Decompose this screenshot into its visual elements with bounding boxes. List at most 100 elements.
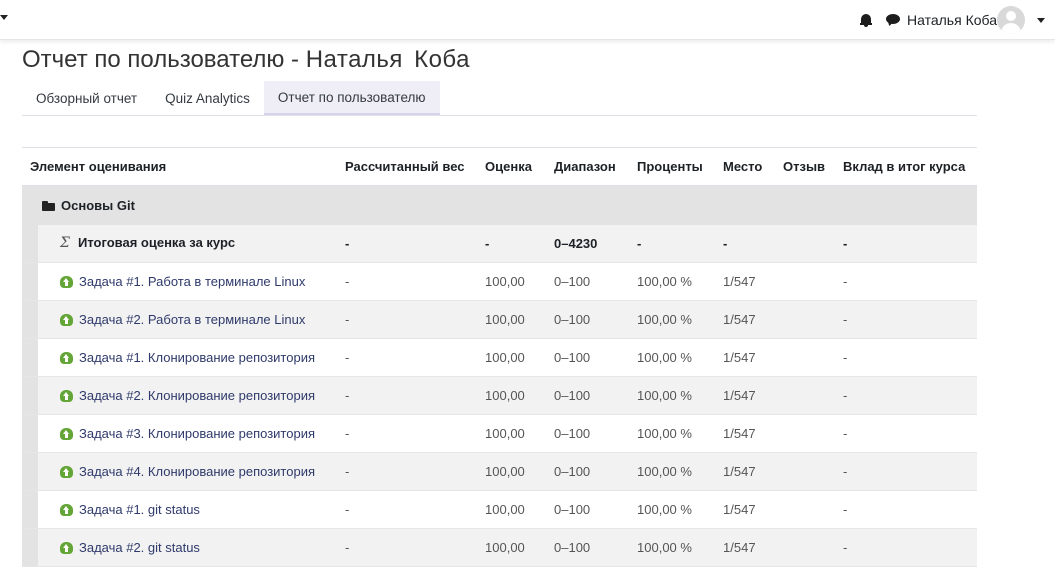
grade-cell: 100,00 [477, 452, 547, 491]
grade-cell: 100,00 [477, 376, 547, 415]
contribution-cell: - [835, 528, 978, 567]
grade-table: Элемент оценивания Рассчитанный вес Оцен… [22, 147, 978, 567]
grade-item-cell: Задача #2. git status [38, 528, 338, 567]
percent-cell: 100,00 % [629, 300, 716, 339]
message-icon[interactable] [886, 14, 900, 27]
category-lane [22, 262, 38, 301]
grade-item-cell: Задача #1. Работа в терминале Linux [38, 262, 338, 301]
contribution-cell: - [835, 490, 978, 529]
assignment-upload-icon [60, 389, 73, 402]
feedback-cell [775, 490, 836, 529]
column-header: Оценка [485, 159, 532, 174]
range-cell: 0–100 [546, 528, 630, 567]
range-cell: 0–100 [546, 262, 630, 301]
menu-caret-icon[interactable] [0, 15, 8, 20]
table-row: Задача #3. Клонирование репозитория - 100,… [22, 414, 978, 453]
folder-icon [42, 200, 55, 211]
total-label: Итоговая оценка за курс [78, 235, 236, 251]
rank-cell: 1/547 [715, 452, 776, 491]
percent-cell: 100,00 % [629, 338, 716, 377]
grade-item-link[interactable]: Задача #1. Клонирование репозитория [79, 350, 315, 365]
column-header: Отзыв [783, 159, 826, 174]
weight-cell: - [337, 224, 478, 263]
percent-cell: 100,00 % [629, 262, 716, 301]
grade-item-cell: Задача #1. Клонирование репозитория [38, 338, 338, 377]
grade-item-cell: Задача #1. git status [38, 490, 338, 529]
weight-cell: - [337, 452, 478, 491]
grade-item-link[interactable]: Задача #2. Клонирование репозитория [79, 388, 315, 403]
table-row: Задача #2. Работа в терминале Linux -100,… [22, 300, 978, 339]
grade-item-link[interactable]: Задача #1. Работа в терминале Linux [79, 274, 305, 289]
percent-cell: 100,00 % [629, 528, 716, 567]
bell-icon[interactable] [860, 13, 872, 27]
grade-item-link[interactable]: Задача #4. Клонирование репозитория [79, 464, 315, 479]
grade-item-link[interactable]: Задача #3. Клонирование репозитория [79, 426, 315, 441]
contribution-cell: - [835, 262, 978, 301]
grade-item-link[interactable]: Задача #2. git status [79, 540, 200, 555]
weight-cell: - [337, 490, 478, 529]
user-menu: Наталья Коба [860, 0, 1045, 40]
weight-cell: - [337, 262, 478, 301]
assignment-upload-icon [60, 351, 73, 364]
feedback-cell [775, 452, 836, 491]
assignment-upload-icon [60, 465, 73, 478]
tab-user-report[interactable]: Отчет по пользователю [263, 81, 440, 115]
grade-cell: 100,00 [477, 262, 547, 301]
weight-cell: - [337, 376, 478, 415]
contribution-cell: - [835, 376, 978, 415]
rank-cell: 1/547 [715, 490, 776, 529]
total-label-cell: Σ Итоговая оценка за курс [38, 224, 338, 263]
user-name[interactable]: Наталья Коба [907, 12, 997, 28]
tab-quiz-analytics[interactable]: Quiz Analytics [151, 81, 264, 115]
grade-cell: 100,00 [477, 300, 547, 339]
column-header: Рассчитанный вес [345, 159, 465, 174]
grade-item-cell: Задача #2. Работа в терминале Linux [38, 300, 338, 339]
percent-cell: - [629, 224, 716, 263]
table-row: Задача #1. Работа в терминале Linux -100,… [22, 262, 978, 301]
table-row: Задача #2. git status -100,00 0–100 100,00 … [22, 528, 978, 567]
grade-item-cell: Задача #2. Клонирование репозитория [38, 376, 338, 415]
rank-cell: 1/547 [715, 528, 776, 567]
grade-cell: 100,00 [477, 528, 547, 567]
category-name: Основы Git [61, 197, 135, 213]
grade-item-link[interactable]: Задача #2. Работа в терминале Linux [79, 312, 305, 327]
assignment-upload-icon [60, 313, 73, 326]
weight-cell: - [337, 338, 478, 377]
feedback-cell [775, 338, 836, 377]
avatar[interactable] [997, 6, 1025, 34]
assignment-upload-icon [60, 427, 73, 440]
rank-cell: 1/547 [715, 300, 776, 339]
category-lane [22, 528, 38, 567]
column-header: Вклад в итог курса [843, 159, 966, 174]
rank-cell: 1/547 [715, 414, 776, 453]
tab-overview-report[interactable]: Обзорный отчет [22, 81, 151, 115]
contribution-cell: - [835, 224, 978, 263]
column-header[interactable]: Элемент оценивания [22, 148, 337, 186]
grade-cell: 100,00 [477, 414, 547, 453]
rank-cell: 1/547 [715, 338, 776, 377]
weight-cell: - [337, 300, 478, 339]
weight-cell: - [337, 528, 478, 567]
course-total-row: Σ Итоговая оценка за курс - - 0–4230 - - … [22, 224, 978, 263]
contribution-cell: - [835, 414, 978, 453]
feedback-cell [775, 414, 836, 453]
percent-cell: 100,00 % [629, 376, 716, 415]
percent-cell: 100,00 % [629, 490, 716, 529]
percent-cell: 100,00 % [629, 414, 716, 453]
assignment-upload-icon [60, 275, 73, 288]
grade-item-link[interactable]: Задача #1. git status [79, 502, 200, 517]
contribution-cell: - [835, 300, 978, 339]
category-lane [22, 414, 38, 453]
percent-cell: 100,00 % [629, 452, 716, 491]
page-title: Отчет по пользователю - Наталья Коба [22, 46, 470, 74]
category-lane [22, 300, 38, 339]
rank-cell: 1/547 [715, 262, 776, 301]
report-tabs: Обзорный отчет Quiz Analytics Отчет по п… [22, 81, 977, 116]
top-navbar: Наталья Коба [0, 0, 1055, 40]
chevron-down-icon[interactable] [1037, 17, 1045, 23]
contribution-cell: - [835, 452, 978, 491]
grade-item-cell: Задача #4. Клонирование репозитория [38, 452, 338, 491]
table-row: Задача #2. Клонирование репозитория -100,… [22, 376, 978, 415]
table-row: Задача #1. Клонирование репозитория - 100,… [22, 338, 978, 377]
feedback-cell [775, 376, 836, 415]
